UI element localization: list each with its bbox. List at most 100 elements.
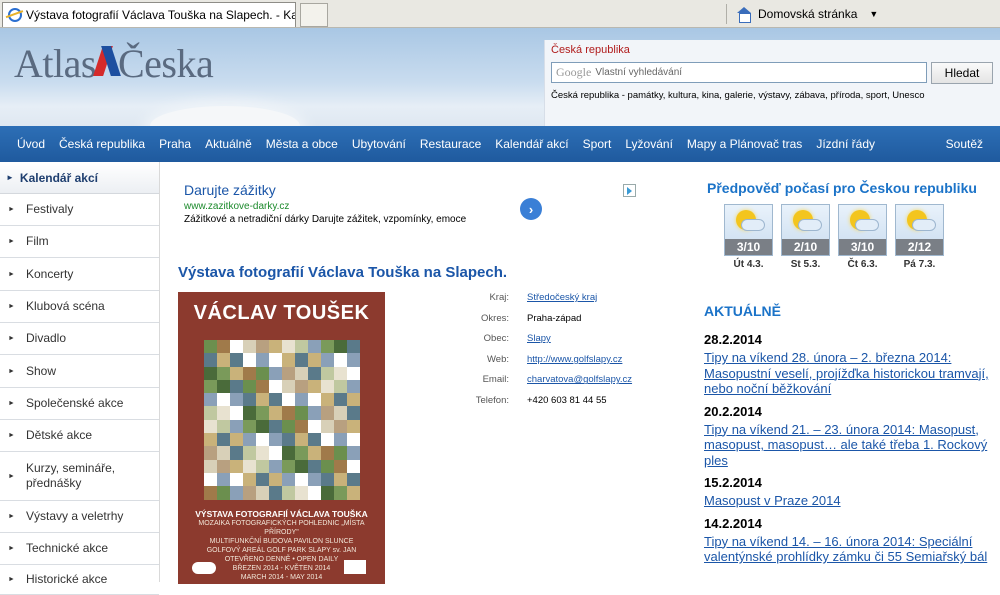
sidebar-item-label: Výstavy a veletrhy — [26, 509, 124, 523]
nav-item[interactable]: Města a obce — [259, 137, 345, 151]
sidebar-item-label: Divadlo — [26, 331, 67, 345]
info-value[interactable]: charvatova@golfslapy.cz — [527, 374, 632, 385]
nav-item[interactable]: Sport — [576, 137, 619, 151]
news-heading[interactable]: AKTUÁLNĚ — [704, 303, 781, 319]
sidebar-item-label: Technické akce — [26, 541, 109, 555]
forecast-box: 3/10 — [724, 204, 773, 256]
info-row: Obec: Slapy — [390, 333, 680, 354]
sidebar-item[interactable]: ► Historické akce — [0, 565, 159, 595]
search-button[interactable]: Hledat — [931, 62, 993, 84]
flag-icon — [98, 46, 120, 76]
sidebar-item[interactable]: ► Film — [0, 226, 159, 258]
forecast-day-label: Pá 7.3. — [903, 259, 936, 270]
site-logo[interactable]: Atlas Česka — [14, 40, 214, 87]
info-key: Kraj: — [489, 292, 509, 303]
nav-item[interactable]: Mapy a Plánovač tras — [680, 137, 809, 151]
info-row: Kraj: Středočeský kraj — [390, 292, 680, 313]
ad-go-arrow-icon[interactable]: › — [520, 198, 542, 220]
cloud-icon — [741, 219, 765, 231]
info-key: Obec: — [483, 333, 509, 345]
sidebar-item-label: Klubová scéna — [26, 299, 105, 313]
browser-tab-strip: Výstava fotografií Václava Touška na Sla… — [0, 0, 1000, 28]
sidebar-item[interactable]: ► Technické akce — [0, 533, 159, 565]
nav-item[interactable]: Lyžování — [618, 137, 680, 151]
nav-item[interactable]: Aktuálně — [198, 137, 259, 151]
ad-choices-icon[interactable] — [623, 184, 636, 197]
bullet-icon: ► — [8, 432, 15, 439]
forecast-day[interactable]: 2/10 St 5.3. — [781, 204, 830, 270]
cloud-icon — [855, 219, 879, 231]
sidebar-item[interactable]: ► Kurzy, semináře, přednášky — [0, 452, 159, 501]
event-poster-image[interactable]: VÁCLAV TOUŠEK VÝSTAVA FOTOGRAFIÍ VÁCLAVA… — [178, 292, 385, 584]
nav-item[interactable]: Úvod — [0, 137, 52, 151]
poster-logo-left — [192, 562, 216, 574]
weather-title[interactable]: Předpověď počasí pro Českou republiku — [707, 180, 1000, 196]
search-tagline: Česká republika - památky, kultura, kina… — [551, 90, 925, 101]
nav-item[interactable]: Jízdní řády — [809, 137, 882, 151]
ad-url[interactable]: www.zazitkove-darky.cz — [184, 201, 640, 212]
info-row: Email: charvatova@golfslapy.cz — [390, 374, 680, 395]
toolbar-separator — [726, 4, 727, 24]
nav-item[interactable]: Česká republika — [52, 137, 152, 151]
bullet-icon: ► — [8, 513, 15, 520]
ad-title[interactable]: Darujte zážitky — [184, 182, 640, 198]
forecast-temp: 2/10 — [782, 239, 829, 255]
left-sidebar: ► Kalendář akcí ► Festivaly ► Film ► Koncerty… — [0, 162, 160, 595]
new-tab-button[interactable] — [300, 3, 328, 27]
forecast-day[interactable]: 2/12 Pá 7.3. — [895, 204, 944, 270]
chevron-right-icon: ► — [6, 173, 14, 182]
nav-item[interactable]: Ubytování — [345, 137, 413, 151]
header-background-mountain — [150, 106, 300, 126]
google-logo: Google — [556, 65, 592, 79]
search-panel: Česká republika Google Vlastní vyhledává… — [544, 40, 1000, 126]
forecast-temp: 2/12 — [896, 239, 943, 255]
sidebar-heading-label: Kalendář akcí — [19, 170, 98, 185]
info-value[interactable]: http://www.golfslapy.cz — [527, 354, 622, 365]
sidebar-item-label: Show — [26, 363, 57, 378]
info-key: Email: — [482, 374, 509, 386]
home-button[interactable]: Domovská stránka ▼ — [736, 4, 878, 24]
sidebar-item[interactable]: ► Výstavy a veletrhy — [0, 501, 159, 533]
event-info-table: Kraj: Středočeský kraj Okres: Praha-západ Ob… — [390, 292, 680, 416]
forecast-day[interactable]: 3/10 Út 4.3. — [724, 204, 773, 270]
news-link[interactable]: Masopust v Praze 2014 — [704, 493, 994, 509]
search-title: Česká republika — [551, 44, 630, 56]
info-value[interactable]: Středočeský kraj — [527, 292, 597, 303]
news-date: 14.2.2014 — [704, 515, 762, 531]
chevron-down-icon[interactable]: ▼ — [869, 9, 878, 19]
sidebar-heading[interactable]: ► Kalendář akcí — [0, 162, 159, 194]
site-header: Atlas Česka Česká republika Google Vlastn… — [0, 28, 1000, 126]
info-row: Telefon: +420 603 81 44 55 — [390, 395, 680, 416]
home-label: Domovská stránka — [758, 7, 858, 21]
sidebar-item[interactable]: ► Divadlo — [0, 323, 159, 355]
sidebar-item[interactable]: ► Show — [0, 355, 159, 388]
info-key: Okres: — [481, 312, 509, 324]
poster-photo-mosaic — [204, 340, 360, 500]
sidebar-item[interactable]: ► Festivaly — [0, 194, 159, 226]
browser-tab[interactable]: Výstava fotografií Václava Touška na Sla… — [2, 2, 296, 27]
nav-item[interactable]: Restaurace — [413, 137, 488, 151]
forecast-box: 2/12 — [895, 204, 944, 256]
advertisement[interactable]: Darujte zážitky www.zazitkove-darky.cz Z… — [180, 182, 640, 232]
news-link[interactable]: Tipy na víkend 21. – 23. února 2014: Mas… — [704, 422, 994, 469]
sidebar-item[interactable]: ► Koncerty — [0, 258, 159, 291]
news-link[interactable]: Tipy na víkend 28. února – 2. března 201… — [704, 350, 994, 397]
poster-line: VÝSTAVA FOTOGRAFIÍ VÁCLAVA TOUŠKA — [195, 509, 368, 519]
sidebar-item[interactable]: ► Společenské akce — [0, 388, 159, 420]
nav-item-soutez[interactable]: Soutěž — [939, 137, 1000, 151]
info-value[interactable]: Slapy — [527, 333, 551, 344]
sidebar-item-label: Dětské akce — [26, 428, 93, 442]
forecast-day-label: Čt 6.3. — [847, 259, 878, 270]
poster-line: MOZAIKA FOTOGRAFICKÝCH POHLEDNIC „MÍSTA … — [198, 520, 365, 536]
news-date: 15.2.2014 — [704, 475, 762, 490]
sidebar-item-label: Festivaly — [26, 202, 74, 216]
nav-item[interactable]: Kalendář akcí — [488, 137, 575, 151]
nav-item[interactable]: Praha — [152, 137, 198, 151]
poster-line: GOLFOVÝ AREÁL GOLF PARK SLAPY sv. JAN — [206, 547, 357, 554]
sidebar-item[interactable]: ► Dětské akce — [0, 420, 159, 452]
poster-line: MULTIFUNKČNÍ BUDOVA PAVILON SLUNCE — [209, 538, 354, 545]
forecast-day[interactable]: 3/10 Čt 6.3. — [838, 204, 887, 270]
sidebar-item[interactable]: ► Klubová scéna — [0, 291, 159, 323]
search-input[interactable]: Google Vlastní vyhledávání — [551, 62, 927, 83]
news-link[interactable]: Tipy na víkend 14. – 16. února 2014: Spe… — [704, 534, 994, 565]
